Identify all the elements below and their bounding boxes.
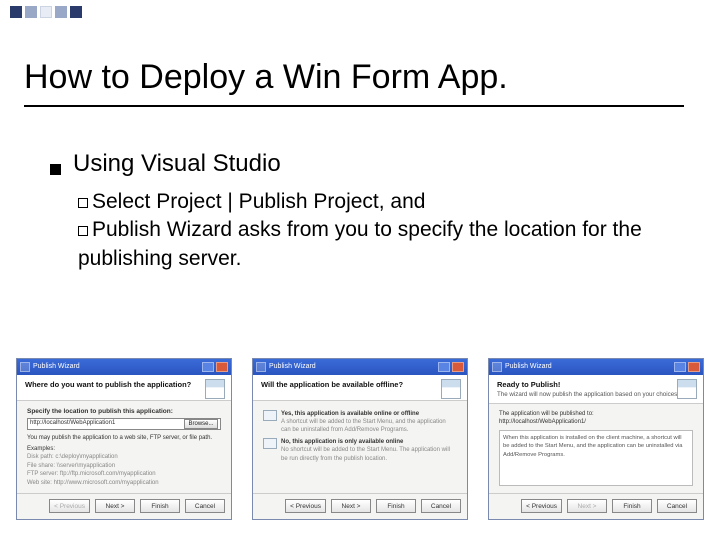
option-icon (263, 410, 277, 421)
sub-bullet-1: Select Project | Publish Project, and (92, 190, 425, 213)
wizard-question: Where do you want to publish the applica… (25, 380, 223, 389)
finish-button[interactable]: Finish (612, 499, 652, 513)
wizard-question: Will the application be available offlin… (261, 380, 459, 389)
previous-button[interactable]: < Previous (285, 499, 326, 513)
app-icon (20, 362, 30, 372)
example-ftp: FTP server: ftp://ftp.microsoft.com/myap… (27, 470, 221, 478)
input-value: http://localhost/WebApplication1 (30, 419, 115, 427)
cancel-button[interactable]: Cancel (185, 499, 225, 513)
slide-decoration (10, 6, 82, 18)
hint-text: You may publish the application to a web… (27, 434, 221, 442)
previous-button: < Previous (49, 499, 90, 513)
wizard-footer: < Previous Next > Finish Cancel (253, 493, 467, 519)
titlebar-text: Publish Wizard (33, 363, 80, 370)
option-icon (263, 438, 277, 449)
wizard-banner-icon (441, 379, 461, 399)
titlebar-text: Publish Wizard (269, 363, 316, 370)
summary-line1: The application will be published to: (499, 410, 693, 418)
bullet-main: Using Visual Studio (50, 150, 670, 178)
wizard-subtext: The wizard will now publish the applicat… (497, 391, 695, 398)
radio-option-online-offline[interactable]: Yes, this application is available onlin… (263, 410, 457, 435)
square-bullet-icon (50, 164, 61, 175)
cancel-button[interactable]: Cancel (657, 499, 697, 513)
wizard-window-step3: Publish Wizard Ready to Publish! The wiz… (488, 358, 704, 520)
next-button[interactable]: Next > (95, 499, 135, 513)
example-share: File share: \\server\myapplication (27, 462, 221, 470)
bullet-main-text: Using Visual Studio (73, 150, 281, 178)
titlebar: Publish Wizard (17, 359, 231, 375)
wizard-banner-icon (205, 379, 225, 399)
slide-title: How to Deploy a Win Form App. (24, 58, 684, 107)
finish-button[interactable]: Finish (376, 499, 416, 513)
next-button: Next > (567, 499, 607, 513)
app-icon (492, 362, 502, 372)
wizard-banner-icon (677, 379, 697, 399)
wizard-body: The application will be published to: ht… (489, 404, 703, 493)
option-desc: A shortcut will be added to the Start Me… (281, 418, 457, 435)
wizard-body: Yes, this application is available onlin… (253, 401, 467, 493)
hollow-bullet-icon (78, 226, 88, 236)
examples-label: Examples: (27, 445, 221, 453)
titlebar: Publish Wizard (489, 359, 703, 375)
radio-option-online-only[interactable]: No, this application is only available o… (263, 438, 457, 463)
wizard-header: Where do you want to publish the applica… (17, 375, 231, 401)
close-icon[interactable] (688, 362, 700, 372)
wizard-footer: < Previous Next > Finish Cancel (17, 493, 231, 519)
wizard-footer: < Previous Next > Finish Cancel (489, 493, 703, 519)
wizard-header: Ready to Publish! The wizard will now pu… (489, 375, 703, 404)
summary-url: http://localhost/WebApplication1/ (499, 418, 693, 426)
finish-button[interactable]: Finish (140, 499, 180, 513)
sub-bullets: Select Project | Publish Project, and Pu… (78, 188, 670, 273)
example-web: Web site: http://www.microsoft.com/myapp… (27, 479, 221, 487)
help-icon[interactable] (202, 362, 214, 372)
wizard-window-step2: Publish Wizard Will the application be a… (252, 358, 468, 520)
titlebar-text: Publish Wizard (505, 363, 552, 370)
browse-button[interactable]: Browse... (184, 419, 218, 429)
summary-box: When this application is installed on th… (499, 430, 693, 486)
option-desc: No shortcut will be added to the Start M… (281, 446, 457, 463)
help-icon[interactable] (438, 362, 450, 372)
publish-location-input[interactable]: http://localhost/WebApplication1 Browse.… (27, 418, 221, 430)
app-icon (256, 362, 266, 372)
close-icon[interactable] (452, 362, 464, 372)
cancel-button[interactable]: Cancel (421, 499, 461, 513)
field-label: Specify the location to publish this app… (27, 407, 221, 416)
next-button[interactable]: Next > (331, 499, 371, 513)
wizard-screenshots: Publish Wizard Where do you want to publ… (16, 358, 704, 520)
hollow-bullet-icon (78, 198, 88, 208)
option-title: No, this application is only available o… (281, 438, 457, 446)
wizard-window-step1: Publish Wizard Where do you want to publ… (16, 358, 232, 520)
close-icon[interactable] (216, 362, 228, 372)
previous-button[interactable]: < Previous (521, 499, 562, 513)
summary-desc: When this application is installed on th… (503, 435, 683, 457)
example-disk: Disk path: c:\deploy\myapplication (27, 453, 221, 461)
option-title: Yes, this application is available onlin… (281, 410, 457, 418)
wizard-question: Ready to Publish! (497, 380, 695, 389)
sub-bullet-2: Publish Wizard asks from you to specify … (78, 218, 642, 269)
titlebar: Publish Wizard (253, 359, 467, 375)
slide-content: Using Visual Studio Select Project | Pub… (50, 150, 670, 273)
wizard-header: Will the application be available offlin… (253, 375, 467, 401)
wizard-body: Specify the location to publish this app… (17, 401, 231, 493)
help-icon[interactable] (674, 362, 686, 372)
